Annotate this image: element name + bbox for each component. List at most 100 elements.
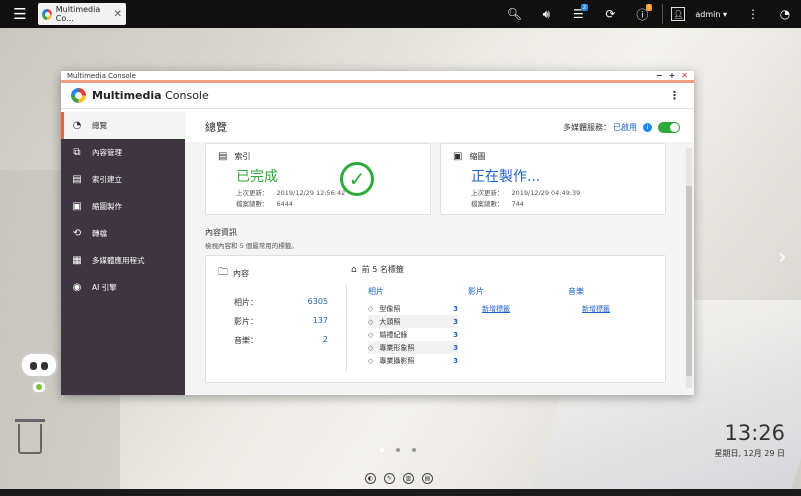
sidebar-item-label: 縮圖製作 bbox=[92, 202, 122, 211]
tag-row[interactable]: ◇ 專業形象照 3 bbox=[368, 341, 458, 354]
thumbnail-card: ▣ 縮圖 正在製作... 上次更新： 2019/12/29 04:49:39 檔案… bbox=[440, 143, 666, 215]
dock-icon[interactable]: ◐ bbox=[365, 473, 376, 484]
tag-icon: ◇ bbox=[368, 343, 374, 352]
sidebar-item-thumbnails[interactable]: ▣ 縮圖製作 bbox=[61, 193, 185, 220]
close-icon[interactable]: ✕ bbox=[114, 9, 122, 20]
last-update-value: 2019/12/29 04:49:39 bbox=[511, 189, 581, 197]
last-update-label: 上次更新： bbox=[236, 189, 269, 197]
index-card: ▤ 索引 已完成 上次更新： 2019/12/29 12:56:42 檔案總數： 6… bbox=[205, 143, 431, 215]
tag-icon: ⌂ bbox=[351, 264, 357, 275]
dashboard-icon[interactable]: ◔ bbox=[769, 0, 801, 28]
column-music: 音樂 bbox=[568, 287, 584, 296]
user-menu[interactable]: 👤︎ admin ▾ bbox=[667, 7, 737, 21]
apps-icon: ▦ bbox=[72, 255, 82, 266]
tag-row[interactable]: ◇ 婚禮紀錄 3 bbox=[368, 328, 458, 341]
search-icon[interactable]: 🔍︎ bbox=[498, 0, 530, 28]
tag-row[interactable]: ◇ 型像照 3 bbox=[368, 302, 458, 315]
close-window-icon[interactable]: ✕ bbox=[681, 71, 688, 80]
background-tasks-icon[interactable]: ☰ 2 bbox=[562, 0, 594, 28]
scrollbar[interactable] bbox=[686, 148, 692, 388]
sidebar-item-label: 總覽 bbox=[92, 121, 107, 130]
bottom-dock: ◐ ✎ ▥ ▤ bbox=[365, 473, 433, 484]
column-photos: 相片 bbox=[368, 287, 384, 296]
multimedia-console-window: Multimedia Console − + ✕ Multimedia Cons… bbox=[61, 71, 694, 395]
task-badge: 2 bbox=[580, 4, 589, 11]
gauge-icon: ◔ bbox=[72, 120, 82, 131]
tag-row[interactable]: ◇ 大頭照 3 bbox=[368, 315, 458, 328]
notification-badge: ! bbox=[645, 4, 653, 11]
file-total-value: 744 bbox=[511, 200, 524, 208]
window-titlebar[interactable]: Multimedia Console − + ✕ bbox=[61, 71, 694, 83]
scrollbar-thumb[interactable] bbox=[686, 186, 692, 376]
sidebar-item-indexing[interactable]: ▤ 索引建立 bbox=[61, 166, 185, 193]
last-update-value: 2019/12/29 12:56:42 bbox=[276, 189, 346, 197]
more-options-icon[interactable]: ⋮ bbox=[737, 0, 769, 28]
tag-row[interactable]: ◇ 專業攝影照 3 bbox=[368, 354, 458, 367]
sidebar-item-overview[interactable]: ◔ 總覽 bbox=[61, 112, 185, 139]
content-title: 內容 bbox=[233, 269, 249, 278]
tag-icon: ◇ bbox=[368, 330, 374, 339]
service-toggle[interactable] bbox=[658, 121, 680, 133]
desktop-date: 星期日, 12月 29 日 bbox=[714, 449, 785, 458]
last-update-label: 上次更新： bbox=[471, 189, 504, 197]
service-label: 多媒體服務： bbox=[563, 122, 611, 132]
file-total-label: 檔案總數： bbox=[236, 200, 269, 208]
tag-icon: ◇ bbox=[368, 304, 374, 313]
info-icon[interactable]: i bbox=[643, 122, 652, 132]
trash-icon[interactable] bbox=[15, 419, 45, 454]
page-dot[interactable] bbox=[412, 448, 416, 452]
taskbar-app-tab[interactable]: Multimedia Co... ✕ bbox=[38, 3, 126, 25]
sidebar-item-content-management[interactable]: ⧉ 內容管理 bbox=[61, 139, 185, 166]
index-status: 已完成 bbox=[236, 169, 278, 185]
tag-icon: ◇ bbox=[368, 317, 374, 326]
main-content: 總覽 多媒體服務： 已啟用 i ▤ 索引 已完成 上次更新： 2019/12/29… bbox=[185, 112, 694, 395]
content-info-title: 內容資訊 bbox=[205, 228, 237, 237]
sidebar-item-label: 多媒體應用程式 bbox=[92, 256, 145, 265]
user-name: admin bbox=[695, 9, 721, 19]
clipboard-icon: ▤ bbox=[72, 174, 82, 185]
volume-icon[interactable]: 🔊︎ bbox=[530, 0, 562, 28]
add-video-tag-link[interactable]: 新增標籤 bbox=[482, 304, 510, 314]
maximize-icon[interactable]: + bbox=[669, 71, 676, 80]
divider bbox=[346, 284, 347, 372]
minimize-icon[interactable]: − bbox=[656, 71, 663, 80]
app-title: Multimedia Console bbox=[92, 89, 209, 102]
sidebar-item-label: 轉檔 bbox=[92, 229, 107, 238]
tag-icon: ◇ bbox=[368, 356, 374, 365]
chevron-down-icon: ▾ bbox=[720, 9, 727, 19]
service-value: 已啟用 bbox=[613, 122, 637, 132]
user-icon: 👤︎ bbox=[671, 7, 686, 21]
sidebar-item-ai-engine[interactable]: ◉ AI 引擎 bbox=[61, 274, 185, 301]
top-tags-title: 前 5 名標籤 bbox=[361, 265, 404, 274]
sync-icon[interactable]: ⟳ bbox=[594, 0, 626, 28]
dock-icon[interactable]: ▤ bbox=[422, 473, 433, 484]
page-title: 總覽 bbox=[205, 121, 227, 134]
dock-icon[interactable]: ▥ bbox=[403, 473, 414, 484]
stat-music: 音樂： 2 bbox=[234, 335, 328, 345]
taskbar-app-tab-label: Multimedia Co... bbox=[55, 5, 101, 23]
desktop-clock: 13:26 bbox=[724, 421, 785, 445]
notification-icon[interactable]: ⓘ! bbox=[626, 0, 658, 28]
thumbnail-status: 正在製作... bbox=[471, 169, 541, 185]
main-menu-icon[interactable]: ☰ bbox=[8, 0, 32, 28]
add-music-tag-link[interactable]: 新增標籤 bbox=[582, 304, 610, 314]
transcode-icon: ⟲ bbox=[72, 228, 82, 239]
file-total-label: 檔案總數： bbox=[471, 200, 504, 208]
clipboard-icon: ▤ bbox=[218, 151, 228, 162]
image-icon: ▣ bbox=[453, 151, 463, 162]
sidebar-item-transcode[interactable]: ⟲ 轉檔 bbox=[61, 220, 185, 247]
page-dot[interactable] bbox=[396, 448, 400, 452]
bottom-strip bbox=[0, 489, 801, 496]
check-circle-icon: ✓ bbox=[340, 162, 374, 196]
sidebar-item-multimedia-apps[interactable]: ▦ 多媒體應用程式 bbox=[61, 247, 185, 274]
assistant-robot-icon[interactable] bbox=[18, 352, 60, 404]
sidebar-item-label: 內容管理 bbox=[92, 148, 122, 157]
more-options-icon[interactable]: ⋮ bbox=[669, 89, 680, 102]
chevron-right-icon[interactable]: › bbox=[778, 245, 787, 270]
dock-icon[interactable]: ✎ bbox=[384, 473, 395, 484]
sidebar-item-label: 索引建立 bbox=[92, 175, 122, 184]
page-dot[interactable] bbox=[380, 448, 384, 452]
top-taskbar: ☰ Multimedia Co... ✕ 🔍︎ 🔊︎ ☰ 2 ⟳ ⓘ! 👤︎ ad… bbox=[0, 0, 801, 28]
index-card-title: 索引 bbox=[234, 152, 251, 161]
column-videos: 影片 bbox=[468, 287, 484, 296]
